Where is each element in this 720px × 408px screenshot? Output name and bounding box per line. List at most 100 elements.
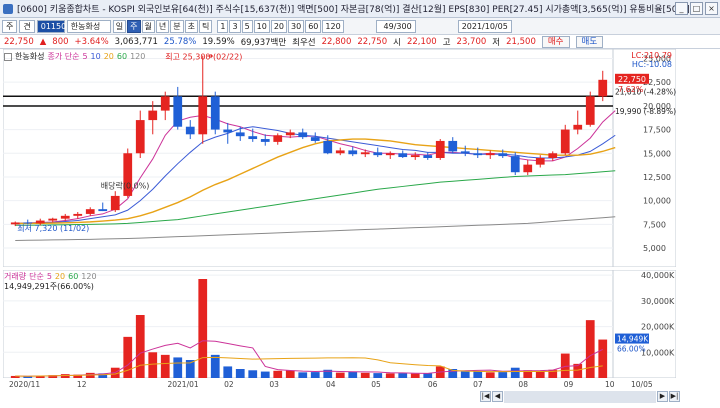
x-tick-label: 02 bbox=[224, 380, 234, 389]
sell-button[interactable]: 매도 bbox=[575, 35, 604, 48]
candle-body bbox=[523, 164, 533, 173]
up-arrow-icon: ▲ bbox=[39, 36, 47, 47]
tab-5[interactable]: 초 bbox=[184, 19, 198, 33]
minute-option-5[interactable]: 5 bbox=[241, 19, 253, 33]
vol-ma20: 20 bbox=[54, 272, 66, 281]
volume-bar bbox=[360, 372, 370, 378]
candle-body bbox=[335, 150, 345, 154]
candle-body bbox=[135, 120, 145, 154]
volume-bar bbox=[148, 352, 158, 378]
stock-name-field[interactable]: 한농화성 bbox=[66, 19, 111, 33]
scroll-track[interactable] bbox=[504, 391, 656, 403]
tab-0[interactable]: 일 bbox=[112, 19, 127, 33]
volume-bar bbox=[398, 373, 408, 378]
candle-body bbox=[473, 153, 483, 156]
minimize-button[interactable]: _ bbox=[675, 2, 688, 15]
legend-ma20: 20 bbox=[103, 52, 114, 61]
candle-body bbox=[198, 96, 208, 135]
current-pct-label: 7.62% bbox=[618, 85, 644, 94]
candle-body bbox=[235, 132, 245, 137]
price-tick-label: 7,500 bbox=[643, 220, 666, 229]
stock-code-input[interactable]: 011500 bbox=[36, 19, 71, 33]
vol-ma5: 5 bbox=[46, 272, 52, 281]
x-tick-label: 10 bbox=[605, 380, 615, 389]
candle-body bbox=[60, 215, 70, 219]
volume-current-label: 14,949K bbox=[617, 335, 649, 344]
minute-option-10[interactable]: 10 bbox=[253, 19, 270, 33]
price-tick-label: 17,500 bbox=[643, 126, 671, 135]
scroll-first-icon[interactable]: |◀ bbox=[480, 391, 491, 402]
chart-scrollbar[interactable]: |◀ ◀ ▶ ▶| bbox=[480, 391, 680, 403]
volume-current-pct: 66.00% bbox=[617, 345, 646, 354]
volume-pane-bg bbox=[3, 270, 676, 378]
volume-bar bbox=[348, 371, 358, 378]
volume-tick-label: 30,000K bbox=[641, 297, 675, 306]
volume-bar bbox=[310, 372, 320, 378]
volume-bar bbox=[273, 370, 283, 378]
candle-body bbox=[310, 137, 320, 141]
scroll-right-icon[interactable]: ▶ bbox=[657, 391, 668, 402]
low-price: 21,500 bbox=[506, 36, 536, 47]
minute-option-20[interactable]: 20 bbox=[270, 19, 288, 33]
vol-ma60: 60 bbox=[68, 272, 79, 281]
price-tick-label: 5,000 bbox=[643, 244, 666, 253]
minute-option-1[interactable]: 1 bbox=[217, 19, 229, 33]
minute-option-30[interactable]: 30 bbox=[288, 19, 305, 33]
tab-4[interactable]: 분 bbox=[170, 19, 184, 33]
tab-1[interactable]: 주 bbox=[127, 19, 141, 33]
minute-option-3[interactable]: 3 bbox=[229, 19, 241, 33]
legend-ma60: 60 bbox=[116, 52, 128, 61]
candle-body bbox=[285, 132, 295, 136]
candle-body bbox=[185, 126, 195, 135]
window-controls: _ □ × bbox=[675, 2, 718, 15]
x-tick-label: 08 bbox=[518, 380, 528, 389]
candle-body bbox=[460, 151, 470, 154]
legend-ma120: 120 bbox=[130, 52, 146, 61]
count-field[interactable]: 49/300 bbox=[375, 19, 416, 33]
tab-2[interactable]: 월 bbox=[141, 19, 155, 33]
candle-body bbox=[498, 153, 508, 157]
chart-button[interactable]: 견 bbox=[19, 19, 35, 33]
candle-body bbox=[210, 96, 220, 130]
volume-bar bbox=[235, 369, 245, 378]
candle-body bbox=[410, 155, 420, 158]
date-field[interactable]: 2021/10/05 bbox=[457, 19, 512, 33]
candle-body bbox=[573, 124, 583, 130]
buy-button[interactable]: 매수 bbox=[541, 35, 570, 48]
x-tick-label: 06 bbox=[428, 380, 438, 389]
low-annotation: 최저 7,320 (11/02) bbox=[17, 223, 89, 233]
candle-body bbox=[98, 209, 108, 212]
high-label: 고 bbox=[442, 37, 451, 48]
x-tick-label: 12 bbox=[77, 380, 87, 389]
legend-checkbox-icon[interactable] bbox=[4, 52, 12, 61]
volume-bar bbox=[173, 357, 183, 378]
current-price: 22,750 bbox=[4, 36, 34, 47]
scroll-last-icon[interactable]: ▶| bbox=[669, 391, 680, 402]
volume-bar bbox=[473, 371, 483, 378]
x-tick-label: 2021/01 bbox=[167, 380, 198, 389]
minute-option-120[interactable]: 120 bbox=[322, 19, 344, 33]
candle-body bbox=[585, 96, 595, 125]
candle-body bbox=[48, 218, 58, 221]
minute-option-60[interactable]: 60 bbox=[305, 19, 322, 33]
tab-3[interactable]: 년 bbox=[155, 19, 170, 33]
high-price: 23,700 bbox=[456, 36, 487, 47]
volume-bar bbox=[260, 371, 270, 378]
turnover: 25.78% bbox=[163, 36, 197, 47]
tab-6[interactable]: 틱 bbox=[199, 19, 213, 33]
price-chart[interactable]: 25,00022,50020,00017,50015,00012,50010,0… bbox=[3, 49, 676, 267]
volume-tick-label: 40,000K bbox=[641, 271, 675, 280]
period-button[interactable]: 주 bbox=[2, 19, 18, 33]
volume-bar bbox=[210, 354, 220, 378]
open-price: 22,100 bbox=[406, 36, 437, 47]
volume-bar bbox=[385, 373, 395, 378]
close-button[interactable]: × bbox=[705, 2, 718, 15]
current-price-label: 22,750 bbox=[618, 75, 646, 84]
maximize-button[interactable]: □ bbox=[690, 2, 703, 15]
volume-chart[interactable]: 40,000K 30,000K 20,000K 10,000K 14,949K66.00… bbox=[3, 270, 676, 378]
scroll-left-icon[interactable]: ◀ bbox=[492, 391, 503, 402]
volume-bar bbox=[135, 315, 145, 378]
volume-bar bbox=[510, 367, 520, 378]
volume-bar bbox=[160, 354, 170, 378]
app-icon bbox=[3, 3, 13, 14]
